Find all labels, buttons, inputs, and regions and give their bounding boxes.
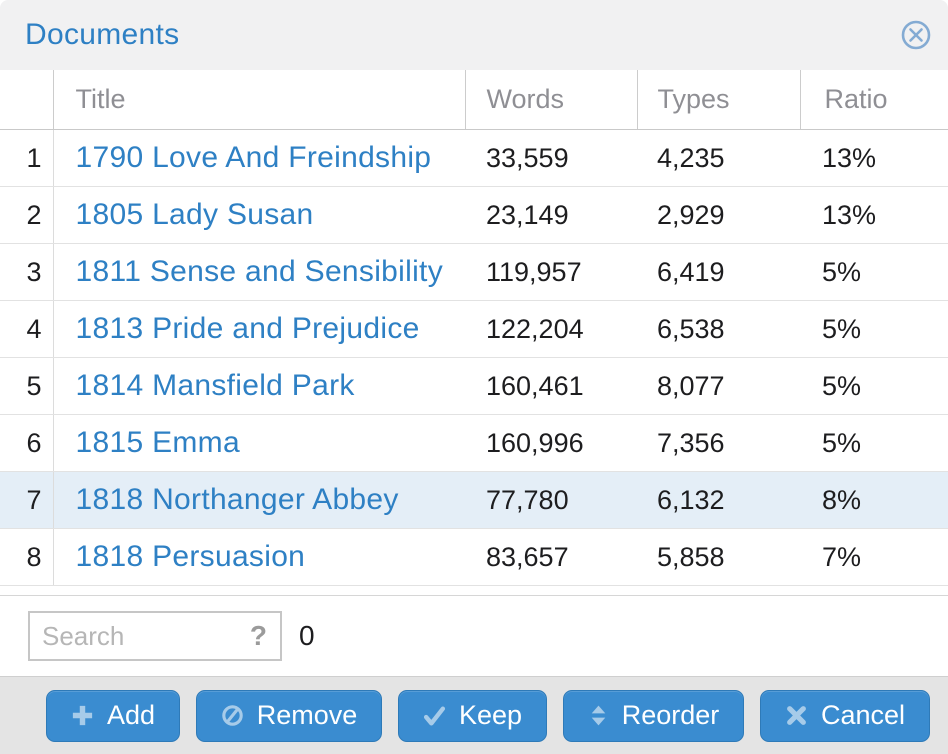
remove-button[interactable]: Remove [196,690,383,742]
cell-title: 1814 Mansfield Park [53,358,465,415]
add-button-label: Add [107,700,155,731]
cancel-button-label: Cancel [821,700,905,731]
dialog-title: Documents [25,18,179,52]
cell-types: 5,858 [637,529,800,586]
cell-ratio: 8% [800,472,948,529]
cell-words: 33,559 [465,130,637,187]
cell-ratio: 5% [800,301,948,358]
keep-button[interactable]: Keep [398,690,547,742]
row-number: 6 [0,415,53,472]
search-section: ? 0 [0,596,948,676]
cell-title: 1818 Northanger Abbey [53,472,465,529]
cell-words: 160,461 [465,358,637,415]
cell-ratio: 7% [800,529,948,586]
cell-title: 1813 Pride and Prejudice [53,301,465,358]
column-header-ratio: Ratio [800,70,948,130]
table-body: 1 1790 Love And Freindship 33,559 4,235 … [0,130,948,586]
cell-types: 6,132 [637,472,800,529]
documents-table: Title Words Types Ratio 1 1790 Love And … [0,70,948,586]
table-footer-divider [0,586,948,596]
row-number: 4 [0,301,53,358]
cell-words: 77,780 [465,472,637,529]
search-box: ? [28,611,282,661]
match-count: 0 [299,620,315,652]
cell-types: 6,419 [637,244,800,301]
table-row[interactable]: 4 1813 Pride and Prejudice 122,204 6,538… [0,301,948,358]
table-row[interactable]: 7 1818 Northanger Abbey 77,780 6,132 8% [0,472,948,529]
cell-ratio: 5% [800,244,948,301]
documents-dialog: Documents Title Words Types Ratio 1 1790 [0,0,948,754]
cell-ratio: 5% [800,358,948,415]
row-number: 3 [0,244,53,301]
row-number: 8 [0,529,53,586]
plus-icon [71,704,94,727]
row-number: 1 [0,130,53,187]
cell-ratio: 13% [800,187,948,244]
cell-ratio: 5% [800,415,948,472]
cell-words: 122,204 [465,301,637,358]
cell-types: 2,929 [637,187,800,244]
cell-types: 4,235 [637,130,800,187]
cell-words: 83,657 [465,529,637,586]
cell-types: 6,538 [637,301,800,358]
up-down-arrows-icon [588,704,609,727]
column-header-number [0,70,53,130]
reorder-button[interactable]: Reorder [563,690,745,742]
cell-types: 7,356 [637,415,800,472]
cell-title: 1805 Lady Susan [53,187,465,244]
table-row[interactable]: 6 1815 Emma 160,996 7,356 5% [0,415,948,472]
cell-title: 1818 Persuasion [53,529,465,586]
table-row[interactable]: 2 1805 Lady Susan 23,149 2,929 13% [0,187,948,244]
row-number: 5 [0,358,53,415]
cell-ratio: 13% [800,130,948,187]
table-row[interactable]: 8 1818 Persuasion 83,657 5,858 7% [0,529,948,586]
cell-words: 160,996 [465,415,637,472]
row-number: 7 [0,472,53,529]
cell-words: 119,957 [465,244,637,301]
cell-words: 23,149 [465,187,637,244]
table-row[interactable]: 3 1811 Sense and Sensibility 119,957 6,4… [0,244,948,301]
add-button[interactable]: Add [46,690,180,742]
remove-button-label: Remove [257,700,358,731]
cell-title: 1811 Sense and Sensibility [53,244,465,301]
column-header-title: Title [53,70,465,130]
ban-icon [221,704,244,727]
title-bar: Documents [0,0,948,70]
column-header-types: Types [637,70,800,130]
table-row[interactable]: 1 1790 Love And Freindship 33,559 4,235 … [0,130,948,187]
keep-button-label: Keep [459,700,522,731]
button-bar: Add Remove Keep [0,676,948,754]
reorder-button-label: Reorder [622,700,720,731]
cell-title: 1790 Love And Freindship [53,130,465,187]
x-icon [785,704,808,727]
cancel-button[interactable]: Cancel [760,690,930,742]
search-input[interactable] [30,621,244,652]
cell-title: 1815 Emma [53,415,465,472]
row-number: 2 [0,187,53,244]
search-help-icon[interactable]: ? [244,620,280,652]
close-icon[interactable] [899,18,933,52]
table-header: Title Words Types Ratio [0,70,948,130]
table-row[interactable]: 5 1814 Mansfield Park 160,461 8,077 5% [0,358,948,415]
column-header-words: Words [465,70,637,130]
cell-types: 8,077 [637,358,800,415]
check-icon [423,704,446,727]
